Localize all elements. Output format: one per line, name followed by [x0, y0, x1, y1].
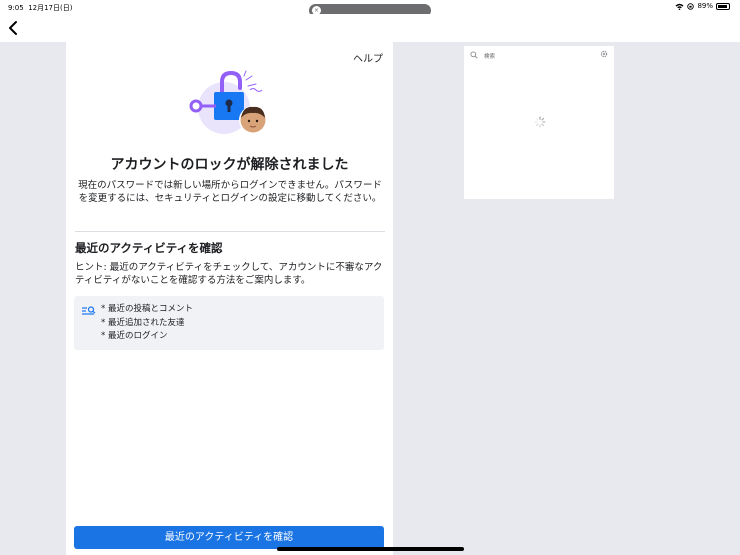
page-title: アカウントのロックが解除されました	[110, 157, 349, 173]
wifi-icon	[675, 3, 684, 10]
divider	[75, 231, 385, 232]
loading-spinner-icon	[534, 116, 546, 128]
activity-summary-box: 最近の投稿とコメント 最近追加された友達 最近のログイン	[74, 296, 384, 350]
search-input[interactable]: 検索	[484, 52, 495, 60]
nav-bar	[0, 14, 740, 42]
review-activity-button[interactable]: 最近のアクティビティを確認	[74, 526, 384, 549]
activity-list: 最近の投稿とコメント 最近追加された友達 最近のログイン	[101, 303, 193, 344]
back-button[interactable]	[6, 18, 22, 38]
orientation-lock-icon	[687, 2, 695, 10]
battery-icon	[716, 2, 730, 10]
status-time: 9:05 12月17日(日)	[8, 3, 72, 13]
gear-icon[interactable]	[600, 50, 608, 58]
chevron-left-icon	[9, 21, 17, 35]
unlocked-padlock-illustration	[189, 70, 267, 134]
hint-text: ヒント: 最近のアクティビティをチェックして、アカウントに不審なアクティビティが…	[75, 262, 383, 286]
list-item: 最近のログイン	[101, 330, 193, 344]
status-right: 89%	[675, 2, 730, 10]
preview-card: 検索	[464, 46, 614, 199]
description-text: 現在のパスワードでは新しい場所からログインできません。パスワードを変更するには、…	[78, 180, 382, 204]
section-title: 最近のアクティビティを確認	[75, 241, 223, 255]
battery-percent: 89%	[697, 2, 713, 10]
home-indicator[interactable]	[277, 547, 464, 551]
help-link[interactable]: ヘルプ	[353, 50, 383, 65]
search-list-icon	[82, 306, 96, 315]
unlock-panel: ヘルプ アカウントのロックが解除されました 現在のパスワードでは新しい場所からロ…	[66, 42, 393, 555]
status-clock: 9:05	[8, 4, 24, 12]
status-date: 12月17日(日)	[28, 4, 73, 12]
list-item: 最近の投稿とコメント	[101, 303, 193, 317]
list-item: 最近追加された友達	[101, 317, 193, 331]
search-icon	[470, 51, 478, 59]
